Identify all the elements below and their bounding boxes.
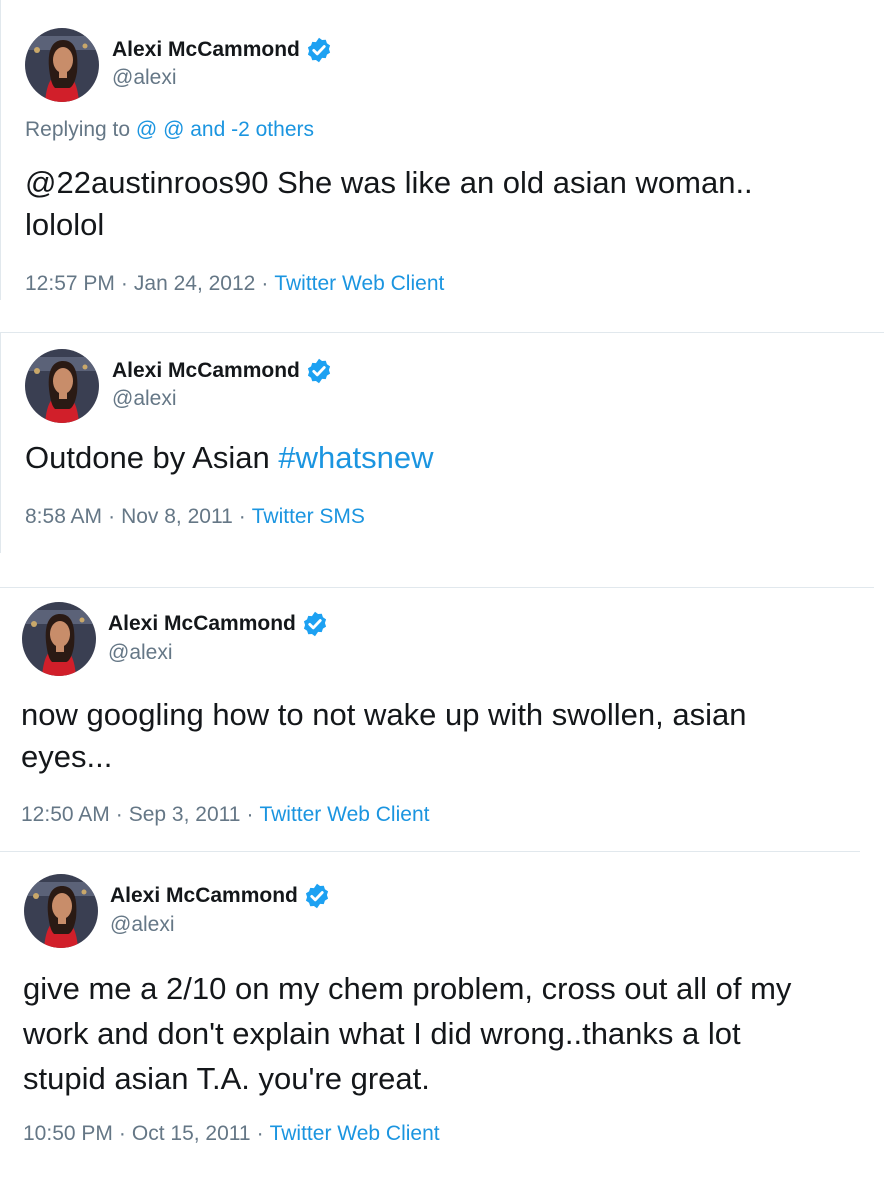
card-edge xyxy=(0,0,1,300)
separator-dot: · xyxy=(118,1122,126,1145)
tweet-text: give me a 2/10 on my chem problem, cross… xyxy=(23,966,873,1101)
author-handle[interactable]: @alexi xyxy=(112,387,177,411)
tweet-2: Alexi McCammond @alexi Outdone by Asian … xyxy=(0,333,884,553)
author-name-row[interactable]: Alexi McCammond xyxy=(112,357,333,385)
author-name-row[interactable]: Alexi McCammond xyxy=(110,882,331,910)
tweet-source-link[interactable]: Twitter Web Client xyxy=(259,803,429,826)
author-name-row[interactable]: Alexi McCammond xyxy=(108,610,329,638)
tweet-text-line: now googling how to not wake up with swo… xyxy=(21,697,747,732)
tweet-date[interactable]: Sep 3, 2011 xyxy=(129,803,241,826)
separator-dot: · xyxy=(256,1122,264,1145)
tweet-text-line: give me a 2/10 on my chem problem, cross… xyxy=(23,971,792,1006)
tweet-time[interactable]: 8:58 AM xyxy=(25,505,102,528)
tweet-text-line: lololol xyxy=(25,207,105,242)
separator-dot: · xyxy=(238,505,246,528)
tweet-source-link[interactable]: Twitter SMS xyxy=(252,505,365,528)
verified-badge-icon xyxy=(303,882,331,910)
tweet-date[interactable]: Oct 15, 2011 xyxy=(132,1122,251,1145)
tweet-date[interactable]: Nov 8, 2011 xyxy=(121,505,233,528)
tweet-meta: 12:50 AM · Sep 3, 2011 · Twitter Web Client xyxy=(21,803,429,827)
tweet-4: Alexi McCammond @alexi give me a 2/10 on… xyxy=(0,852,884,1200)
author-name-row[interactable]: Alexi McCammond xyxy=(112,36,333,64)
reply-mention-link[interactable]: @ xyxy=(136,118,157,141)
tweet-3: Alexi McCammond @alexi now googling how … xyxy=(0,588,874,850)
avatar[interactable] xyxy=(24,874,98,948)
separator-dot: · xyxy=(108,505,116,528)
author-name[interactable]: Alexi McCammond xyxy=(112,359,300,383)
reply-context: Replying to @ @ and -2 others xyxy=(25,118,314,142)
verified-badge-icon xyxy=(305,36,333,64)
separator-dot: · xyxy=(246,803,254,826)
separator-dot: · xyxy=(120,272,128,295)
separator-dot: · xyxy=(115,803,123,826)
tweet-time[interactable]: 10:50 PM xyxy=(23,1122,113,1145)
tweet-text-line: eyes... xyxy=(21,739,113,774)
tweet-text-plain: Outdone by Asian xyxy=(25,440,270,475)
tweet-date[interactable]: Jan 24, 2012 xyxy=(134,272,255,295)
verified-badge-icon xyxy=(305,357,333,385)
author-handle[interactable]: @alexi xyxy=(110,913,175,937)
tweet-meta: 8:58 AM · Nov 8, 2011 · Twitter SMS xyxy=(25,505,365,529)
tweet-text: Outdone by Asian #whatsnew xyxy=(25,437,865,479)
tweet-meta: 12:57 PM · Jan 24, 2012 · Twitter Web Client xyxy=(25,272,444,296)
tweet-text: now googling how to not wake up with swo… xyxy=(21,694,861,778)
verified-badge-icon xyxy=(301,610,329,638)
reply-others-link[interactable]: and -2 others xyxy=(190,118,314,141)
author-name[interactable]: Alexi McCammond xyxy=(108,612,296,636)
tweet-text: @22austinroos90 She was like an old asia… xyxy=(25,162,865,246)
hashtag-link[interactable]: #whatsnew xyxy=(278,440,433,475)
tweet-text-line: work and don't explain what I did wrong.… xyxy=(23,1016,741,1051)
avatar[interactable] xyxy=(25,28,99,102)
author-name[interactable]: Alexi McCammond xyxy=(112,38,300,62)
separator-dot: · xyxy=(261,272,269,295)
card-edge xyxy=(0,333,1,553)
tweet-text-line: @22austinroos90 She was like an old asia… xyxy=(25,165,753,200)
tweet-1: Alexi McCammond @alexi Replying to @ @ a… xyxy=(0,0,884,332)
tweet-meta: 10:50 PM · Oct 15, 2011 · Twitter Web Client xyxy=(23,1122,440,1146)
avatar[interactable] xyxy=(22,602,96,676)
reply-prefix: Replying to xyxy=(25,118,131,141)
avatar[interactable] xyxy=(25,349,99,423)
author-handle[interactable]: @alexi xyxy=(112,66,177,90)
tweet-text-line: stupid asian T.A. you're great. xyxy=(23,1061,430,1096)
reply-mention-link[interactable]: @ xyxy=(163,118,184,141)
tweet-source-link[interactable]: Twitter Web Client xyxy=(274,272,444,295)
author-handle[interactable]: @alexi xyxy=(108,641,173,665)
tweet-source-link[interactable]: Twitter Web Client xyxy=(270,1122,440,1145)
tweet-time[interactable]: 12:57 PM xyxy=(25,272,115,295)
tweet-time[interactable]: 12:50 AM xyxy=(21,803,110,826)
author-name[interactable]: Alexi McCammond xyxy=(110,884,298,908)
